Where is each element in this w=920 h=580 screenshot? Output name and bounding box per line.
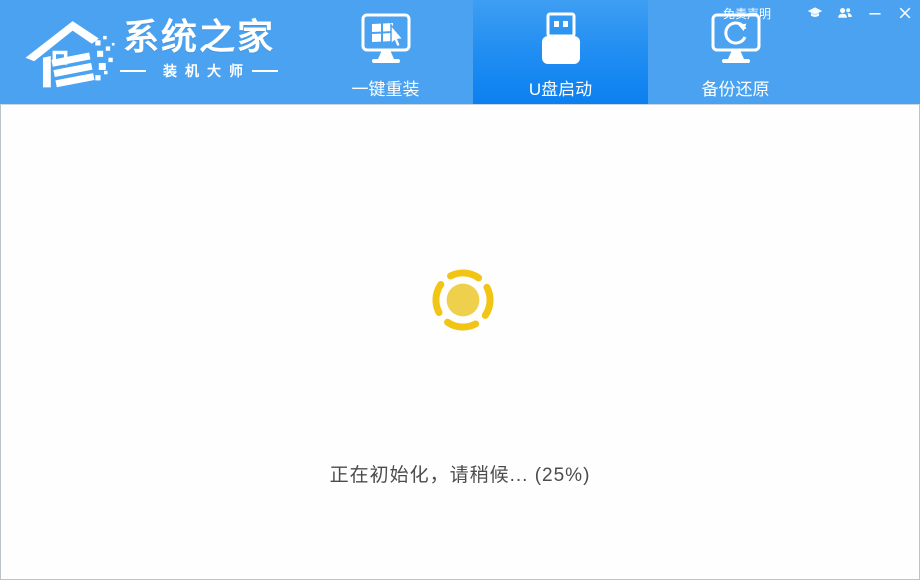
app-window: 系统之家 装机大师 一键重装 xyxy=(0,0,920,580)
brand-subtitle: 装机大师 xyxy=(120,61,278,81)
brand-title: 系统之家 xyxy=(123,17,275,57)
monitor-windows-cursor-icon xyxy=(354,12,418,72)
close-icon[interactable] xyxy=(897,6,913,20)
tab-label: U盘启动 xyxy=(529,75,592,100)
users-icon[interactable] xyxy=(837,6,853,20)
brand-text: 系统之家 装机大师 xyxy=(120,17,278,81)
loading-spinner-icon xyxy=(422,259,504,341)
pixel-house-logo-icon xyxy=(22,6,118,92)
status-text: 正在初始化，请稍候... (25%) xyxy=(1,460,919,487)
tab-label: 一键重装 xyxy=(352,75,420,100)
tab-onekey-reinstall[interactable]: 一键重装 xyxy=(298,0,473,104)
tab-usb-boot[interactable]: U盘启动 xyxy=(473,0,648,104)
brand-logo: 系统之家 装机大师 xyxy=(22,6,278,92)
disclaimer-link[interactable]: 免责声明 xyxy=(723,5,771,22)
graduation-cap-icon[interactable] xyxy=(807,6,823,20)
header-bar: 系统之家 装机大师 一键重装 xyxy=(0,0,920,104)
tab-label: 备份还原 xyxy=(702,75,770,100)
window-controls: 免责声明 xyxy=(723,4,913,22)
minimize-icon[interactable] xyxy=(867,6,883,20)
main-content: 正在初始化，请稍候... (25%) xyxy=(0,104,920,580)
usb-drive-icon xyxy=(529,12,593,72)
